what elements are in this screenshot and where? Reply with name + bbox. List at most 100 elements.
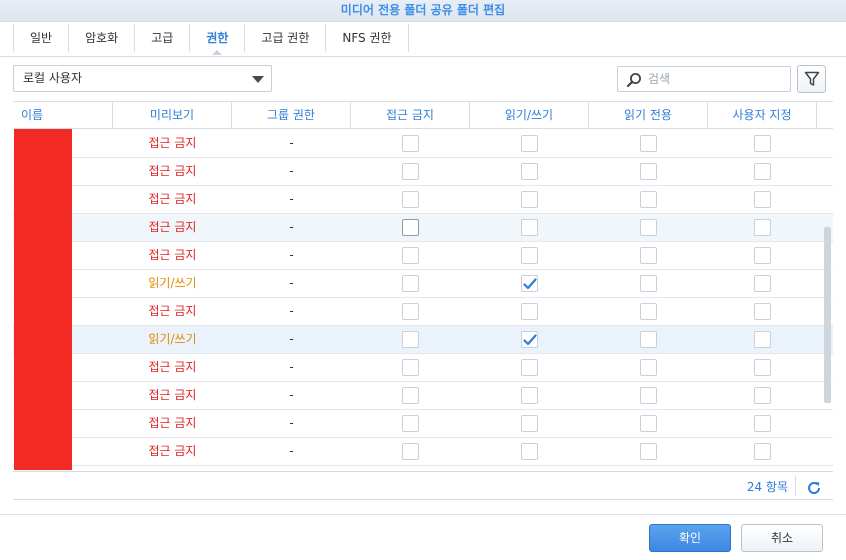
custom-checkbox[interactable] (754, 191, 771, 208)
deny-checkbox[interactable] (402, 135, 419, 152)
column-header-group-permission[interactable]: 그룹 권한 (232, 102, 351, 129)
read-write-checkbox[interactable] (521, 275, 538, 292)
read-only-checkbox[interactable] (640, 387, 657, 404)
read-only-checkbox[interactable] (640, 303, 657, 320)
preview-permission: 접근 금지 (148, 444, 197, 458)
group-permission: - (289, 136, 294, 150)
table-row[interactable]: 읽기/쓰기 - (13, 326, 833, 354)
custom-checkbox[interactable] (754, 359, 771, 376)
read-only-checkbox[interactable] (640, 219, 657, 236)
custom-checkbox[interactable] (754, 415, 771, 432)
custom-checkbox[interactable] (754, 275, 771, 292)
custom-checkbox[interactable] (754, 247, 771, 264)
read-write-checkbox[interactable] (521, 359, 538, 376)
user-type-dropdown[interactable]: 로컬 사용자 (13, 65, 272, 92)
table-row[interactable]: 접근 금지 - (13, 214, 833, 242)
tab-advanced[interactable]: 고급 (135, 24, 191, 52)
group-permission: - (289, 332, 294, 346)
checkmark-icon (523, 334, 537, 346)
preview-permission: 접근 금지 (148, 388, 197, 402)
tab-general[interactable]: 일반 (13, 24, 70, 52)
tab-bar: 일반 암호화 고급 권한 고급 권한 NFS 권한 (13, 24, 409, 55)
column-header-preview[interactable]: 미리보기 (113, 102, 232, 129)
filter-button[interactable] (797, 65, 826, 93)
custom-checkbox[interactable] (754, 163, 771, 180)
table-row[interactable]: 접근 금지 - (13, 158, 833, 186)
footer-divider (13, 499, 833, 500)
read-only-checkbox[interactable] (640, 191, 657, 208)
read-only-checkbox[interactable] (640, 163, 657, 180)
tab-nfs-permissions[interactable]: NFS 권한 (326, 24, 409, 52)
footer-separator (795, 476, 796, 496)
vertical-scrollbar[interactable] (824, 227, 831, 403)
deny-checkbox[interactable] (402, 415, 419, 432)
custom-checkbox[interactable] (754, 135, 771, 152)
deny-checkbox[interactable] (402, 275, 419, 292)
read-write-checkbox[interactable] (521, 415, 538, 432)
read-only-checkbox[interactable] (640, 275, 657, 292)
group-permission: - (289, 192, 294, 206)
tab-permissions[interactable]: 권한 (190, 24, 246, 55)
custom-checkbox[interactable] (754, 219, 771, 236)
group-permission: - (289, 164, 294, 178)
table-row[interactable]: 접근 금지 - (13, 410, 833, 438)
preview-permission: 접근 금지 (148, 164, 197, 178)
read-only-checkbox[interactable] (640, 443, 657, 460)
deny-checkbox[interactable] (402, 163, 419, 180)
search-input[interactable] (648, 70, 784, 88)
read-write-checkbox[interactable] (521, 387, 538, 404)
deny-checkbox[interactable] (402, 219, 419, 236)
group-permission: - (289, 388, 294, 402)
search-box[interactable] (617, 66, 791, 92)
table-row[interactable]: 접근 금지 - (13, 130, 833, 158)
read-write-checkbox[interactable] (521, 247, 538, 264)
deny-checkbox[interactable] (402, 191, 419, 208)
custom-checkbox[interactable] (754, 331, 771, 348)
column-header-read-only[interactable]: 읽기 전용 (589, 102, 708, 129)
table-row[interactable]: 접근 금지 - (13, 354, 833, 382)
refresh-icon[interactable] (806, 480, 822, 496)
read-write-checkbox[interactable] (521, 163, 538, 180)
read-only-checkbox[interactable] (640, 359, 657, 376)
table-row[interactable]: 접근 금지 - (13, 242, 833, 270)
column-header-deny[interactable]: 접근 금지 (351, 102, 470, 129)
column-header-name[interactable]: 이름 (13, 102, 113, 129)
table-row[interactable]: 접근 금지 - (13, 382, 833, 410)
read-write-checkbox[interactable] (521, 443, 538, 460)
preview-permission: 접근 금지 (148, 192, 197, 206)
preview-permission: 접근 금지 (148, 304, 197, 318)
deny-checkbox[interactable] (402, 443, 419, 460)
tab-divider (0, 56, 846, 57)
custom-checkbox[interactable] (754, 303, 771, 320)
custom-checkbox[interactable] (754, 443, 771, 460)
read-write-checkbox[interactable] (521, 331, 538, 348)
custom-checkbox[interactable] (754, 387, 771, 404)
deny-checkbox[interactable] (402, 359, 419, 376)
search-icon (626, 73, 641, 88)
tab-encryption[interactable]: 암호화 (69, 24, 136, 52)
deny-checkbox[interactable] (402, 387, 419, 404)
read-only-checkbox[interactable] (640, 247, 657, 264)
column-header-read-write[interactable]: 읽기/쓰기 (470, 102, 589, 129)
read-only-checkbox[interactable] (640, 415, 657, 432)
table-row[interactable]: 읽기/쓰기 - (13, 270, 833, 298)
read-only-checkbox[interactable] (640, 135, 657, 152)
deny-checkbox[interactable] (402, 247, 419, 264)
deny-checkbox[interactable] (402, 303, 419, 320)
preview-permission: 접근 금지 (148, 220, 197, 234)
table-row[interactable]: 접근 금지 - (13, 438, 833, 466)
read-only-checkbox[interactable] (640, 331, 657, 348)
table-footer-divider (13, 471, 833, 472)
cancel-button[interactable]: 취소 (741, 524, 823, 552)
read-write-checkbox[interactable] (521, 135, 538, 152)
deny-checkbox[interactable] (402, 331, 419, 348)
preview-permission: 읽기/쓰기 (148, 276, 197, 290)
read-write-checkbox[interactable] (521, 303, 538, 320)
table-row[interactable]: 접근 금지 - (13, 298, 833, 326)
ok-button[interactable]: 확인 (649, 524, 731, 552)
column-header-custom[interactable]: 사용자 지정 (708, 102, 817, 129)
read-write-checkbox[interactable] (521, 219, 538, 236)
table-row[interactable]: 접근 금지 - (13, 186, 833, 214)
tab-advanced-permissions[interactable]: 고급 권한 (245, 24, 327, 52)
read-write-checkbox[interactable] (521, 191, 538, 208)
